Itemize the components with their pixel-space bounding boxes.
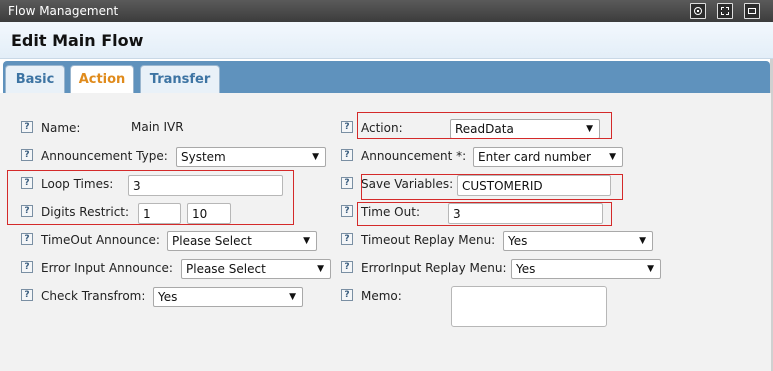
timeout-replay-menu-label: Timeout Replay Menu: bbox=[361, 233, 496, 247]
action-form: ? Name: Main IVR ? Announcement Type: Sy… bbox=[0, 93, 771, 371]
error-input-announce-label: Error Input Announce: bbox=[41, 261, 173, 275]
name-value: Main IVR bbox=[131, 120, 184, 134]
window-title: Flow Management bbox=[8, 4, 119, 18]
timeout-replay-menu-select[interactable]: Yes ▼ bbox=[503, 231, 653, 251]
announcement-type-label: Announcement Type: bbox=[41, 149, 168, 163]
error-input-announce-select[interactable]: Please Select ▼ bbox=[181, 259, 331, 279]
tab-transfer[interactable]: Transfer bbox=[140, 65, 220, 93]
help-icon[interactable]: ? bbox=[21, 289, 33, 301]
chevron-down-icon: ▼ bbox=[312, 152, 319, 162]
tab-basic[interactable]: Basic bbox=[5, 65, 65, 93]
check-transfrom-select[interactable]: Yes ▼ bbox=[153, 287, 303, 307]
target-icon[interactable] bbox=[690, 3, 706, 19]
help-icon[interactable]: ? bbox=[21, 233, 33, 245]
highlight-box bbox=[361, 174, 623, 200]
announcement-label: Announcement *: bbox=[361, 149, 467, 163]
chevron-down-icon: ▼ bbox=[289, 292, 296, 302]
name-label: Name: bbox=[41, 121, 81, 135]
page-header: Edit Main Flow bbox=[0, 22, 773, 59]
check-transfrom-label: Check Transfrom: bbox=[41, 289, 146, 303]
tab-bar: Basic Action Transfer bbox=[3, 61, 770, 94]
window-titlebar: Flow Management bbox=[0, 0, 773, 22]
chevron-down-icon: ▼ bbox=[303, 236, 310, 246]
help-icon[interactable]: ? bbox=[341, 289, 353, 301]
help-icon[interactable]: ? bbox=[341, 205, 353, 217]
highlight-box bbox=[7, 170, 294, 225]
highlight-box bbox=[357, 202, 612, 226]
tab-action[interactable]: Action bbox=[70, 65, 134, 94]
timeout-announce-label: TimeOut Announce: bbox=[41, 233, 160, 247]
chevron-down-icon: ▼ bbox=[609, 152, 616, 162]
announcement-select[interactable]: Enter card number ▼ bbox=[473, 147, 623, 167]
memo-textarea[interactable] bbox=[451, 286, 607, 327]
minimize-icon[interactable] bbox=[744, 3, 760, 19]
errorinput-replay-menu-label: ErrorInput Replay Menu: bbox=[361, 261, 507, 275]
page-title: Edit Main Flow bbox=[11, 31, 144, 50]
chevron-down-icon: ▼ bbox=[639, 236, 646, 246]
help-icon[interactable]: ? bbox=[341, 261, 353, 273]
help-icon[interactable]: ? bbox=[21, 261, 33, 273]
help-icon[interactable]: ? bbox=[21, 149, 33, 161]
maximize-icon[interactable] bbox=[717, 3, 733, 19]
memo-label: Memo: bbox=[361, 289, 402, 303]
help-icon[interactable]: ? bbox=[341, 121, 353, 133]
help-icon[interactable]: ? bbox=[341, 177, 353, 189]
errorinput-replay-menu-select[interactable]: Yes ▼ bbox=[511, 259, 661, 279]
chevron-down-icon: ▼ bbox=[317, 264, 324, 274]
highlight-box bbox=[357, 112, 612, 139]
help-icon[interactable]: ? bbox=[341, 149, 353, 161]
announcement-type-select[interactable]: System ▼ bbox=[176, 147, 326, 167]
help-icon[interactable]: ? bbox=[21, 121, 33, 133]
chevron-down-icon: ▼ bbox=[647, 264, 654, 274]
timeout-announce-select[interactable]: Please Select ▼ bbox=[167, 231, 317, 251]
help-icon[interactable]: ? bbox=[341, 233, 353, 245]
